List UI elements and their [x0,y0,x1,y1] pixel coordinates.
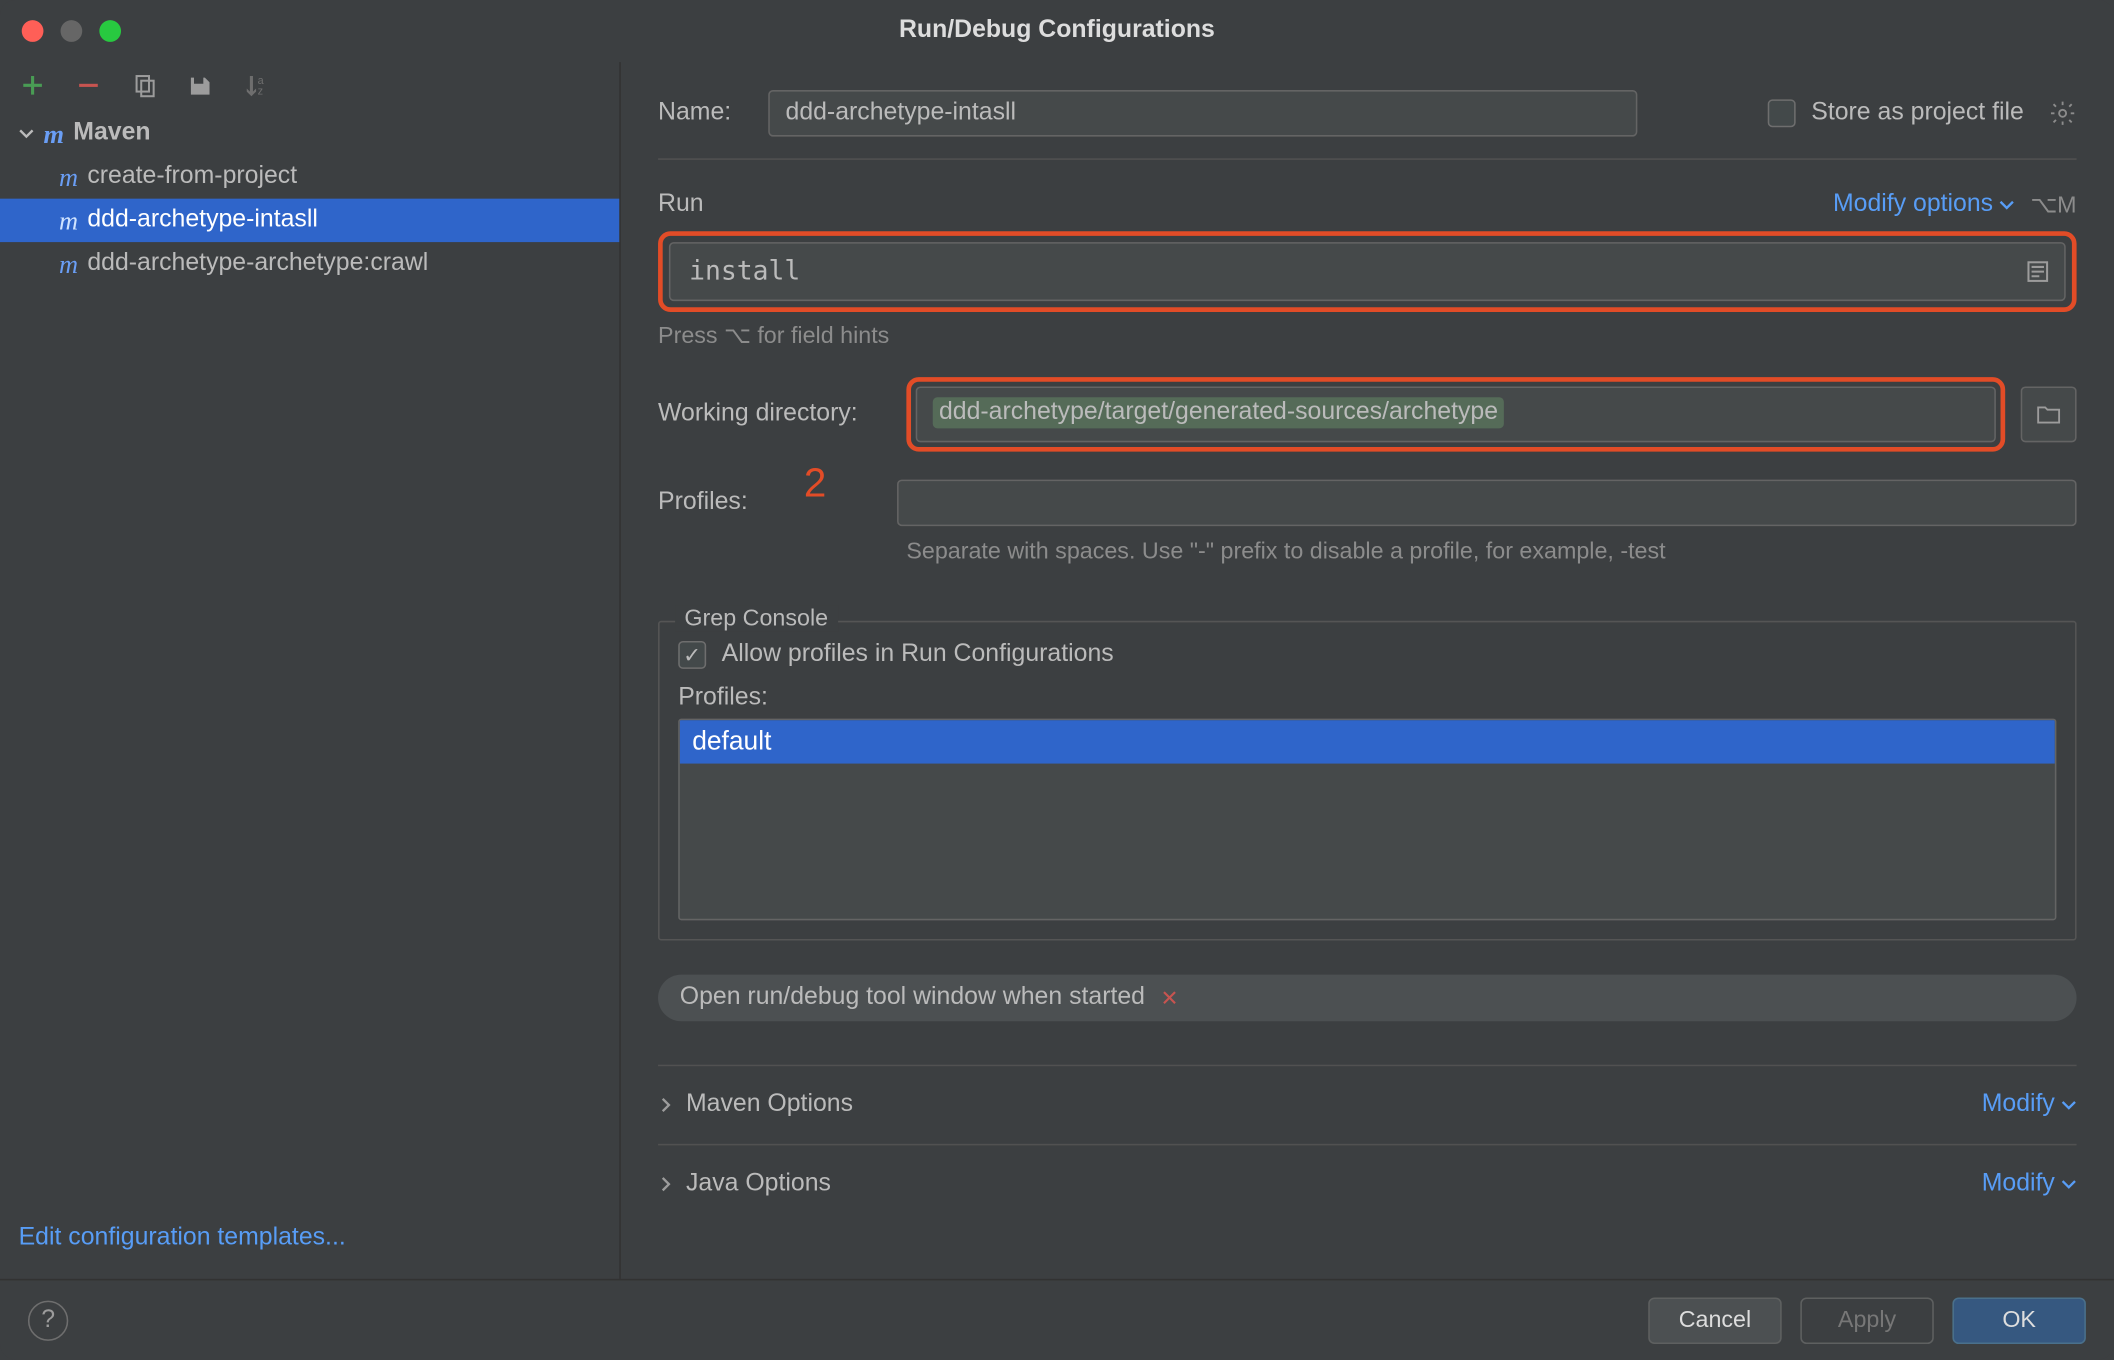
chevron-right-icon [658,1097,674,1113]
tree-item[interactable]: m ddd-archetype-intasll [0,199,619,242]
save-config-icon[interactable] [186,71,214,99]
title-bar: Run/Debug Configurations [0,0,2114,62]
maven-options-label: Maven Options [686,1091,853,1119]
name-label: Name: [658,99,731,127]
run-section-label: Run [658,191,704,219]
tree-item[interactable]: m create-from-project [0,155,619,198]
maven-icon: m [59,251,78,277]
maven-options-row[interactable]: Maven Options Modify [658,1065,2077,1144]
maven-icon: m [43,120,64,146]
tree-root-maven[interactable]: m Maven [0,112,619,155]
grep-console-legend: Grep Console [675,605,837,631]
java-options-row[interactable]: Java Options Modify [658,1144,2077,1223]
modify-shortcut: ⌥M [2030,191,2076,219]
maven-modify-link[interactable]: Modify [1982,1091,2077,1119]
config-tree: m Maven m create-from-project m ddd-arch… [0,109,619,1203]
tree-item-label: create-from-project [87,163,297,191]
store-as-project-checkbox[interactable] [1768,99,1796,127]
chevron-right-icon [658,1176,674,1192]
profiles-label: Profiles: [658,489,748,517]
chevron-down-icon [16,126,38,142]
config-toolbar: az [0,62,619,109]
allow-profiles-checkbox[interactable] [678,641,706,669]
profiles-hint: Separate with spaces. Use "-" prefix to … [906,539,2076,565]
edit-templates-link[interactable]: Edit configuration templates... [19,1225,346,1251]
tree-item[interactable]: m ddd-archetype-archetype:crawl [0,242,619,285]
maven-icon: m [59,207,78,233]
profiles-input[interactable] [897,480,2077,527]
expand-field-icon[interactable] [2025,259,2050,284]
ok-button[interactable]: OK [1952,1297,2085,1344]
store-as-project-label: Store as project file [1811,99,2024,127]
tree-item-label: ddd-archetype-archetype:crawl [87,250,428,278]
java-options-label: Java Options [686,1170,831,1198]
grep-profiles-label: Profiles: [678,684,2056,712]
tree-item-label: ddd-archetype-intasll [87,206,318,234]
working-dir-input[interactable]: ddd-archetype/target/generated-sources/a… [916,386,1996,442]
chevron-down-icon [2061,1176,2077,1192]
allow-profiles-label: Allow profiles in Run Configurations [722,641,1114,669]
window-close-dot[interactable] [22,20,44,42]
list-item[interactable]: default [680,720,2055,763]
open-tool-window-chip[interactable]: Open run/debug tool window when started … [658,975,2077,1022]
help-button[interactable]: ? [28,1300,68,1340]
remove-chip-icon[interactable]: ✕ [1161,985,1179,1011]
working-dir-label: Working directory: [658,400,906,428]
command-input[interactable] [669,242,2066,301]
grep-console-group: Grep Console Allow profiles in Run Confi… [658,621,2077,941]
working-dir-highlight: ddd-archetype/target/generated-sources/a… [906,377,2005,451]
cancel-button[interactable]: Cancel [1648,1297,1781,1344]
remove-config-icon[interactable] [74,71,102,99]
command-field-highlight [658,231,2077,312]
name-input[interactable] [768,90,1637,137]
window-minimize-dot[interactable] [61,20,83,42]
gear-icon[interactable] [2049,99,2077,127]
java-modify-link[interactable]: Modify [1982,1170,2077,1198]
window-zoom-dot[interactable] [99,20,121,42]
chevron-down-icon [2061,1097,2077,1113]
sort-config-icon[interactable]: az [242,71,270,99]
browse-folder-button[interactable] [2021,386,2077,442]
annotation-2: 2 [804,459,826,507]
copy-config-icon[interactable] [130,71,158,99]
chevron-down-icon [1999,197,2015,213]
add-config-icon[interactable] [19,71,47,99]
command-hint: Press ⌥ for field hints [658,321,2077,349]
svg-text:z: z [258,86,263,98]
modify-options-link[interactable]: Modify options [1833,191,2015,219]
grep-profiles-list[interactable]: default [678,719,2056,921]
maven-icon: m [59,164,78,190]
apply-button[interactable]: Apply [1800,1297,1933,1344]
tree-root-label: Maven [73,120,150,148]
window-title: Run/Debug Configurations [0,17,2114,45]
